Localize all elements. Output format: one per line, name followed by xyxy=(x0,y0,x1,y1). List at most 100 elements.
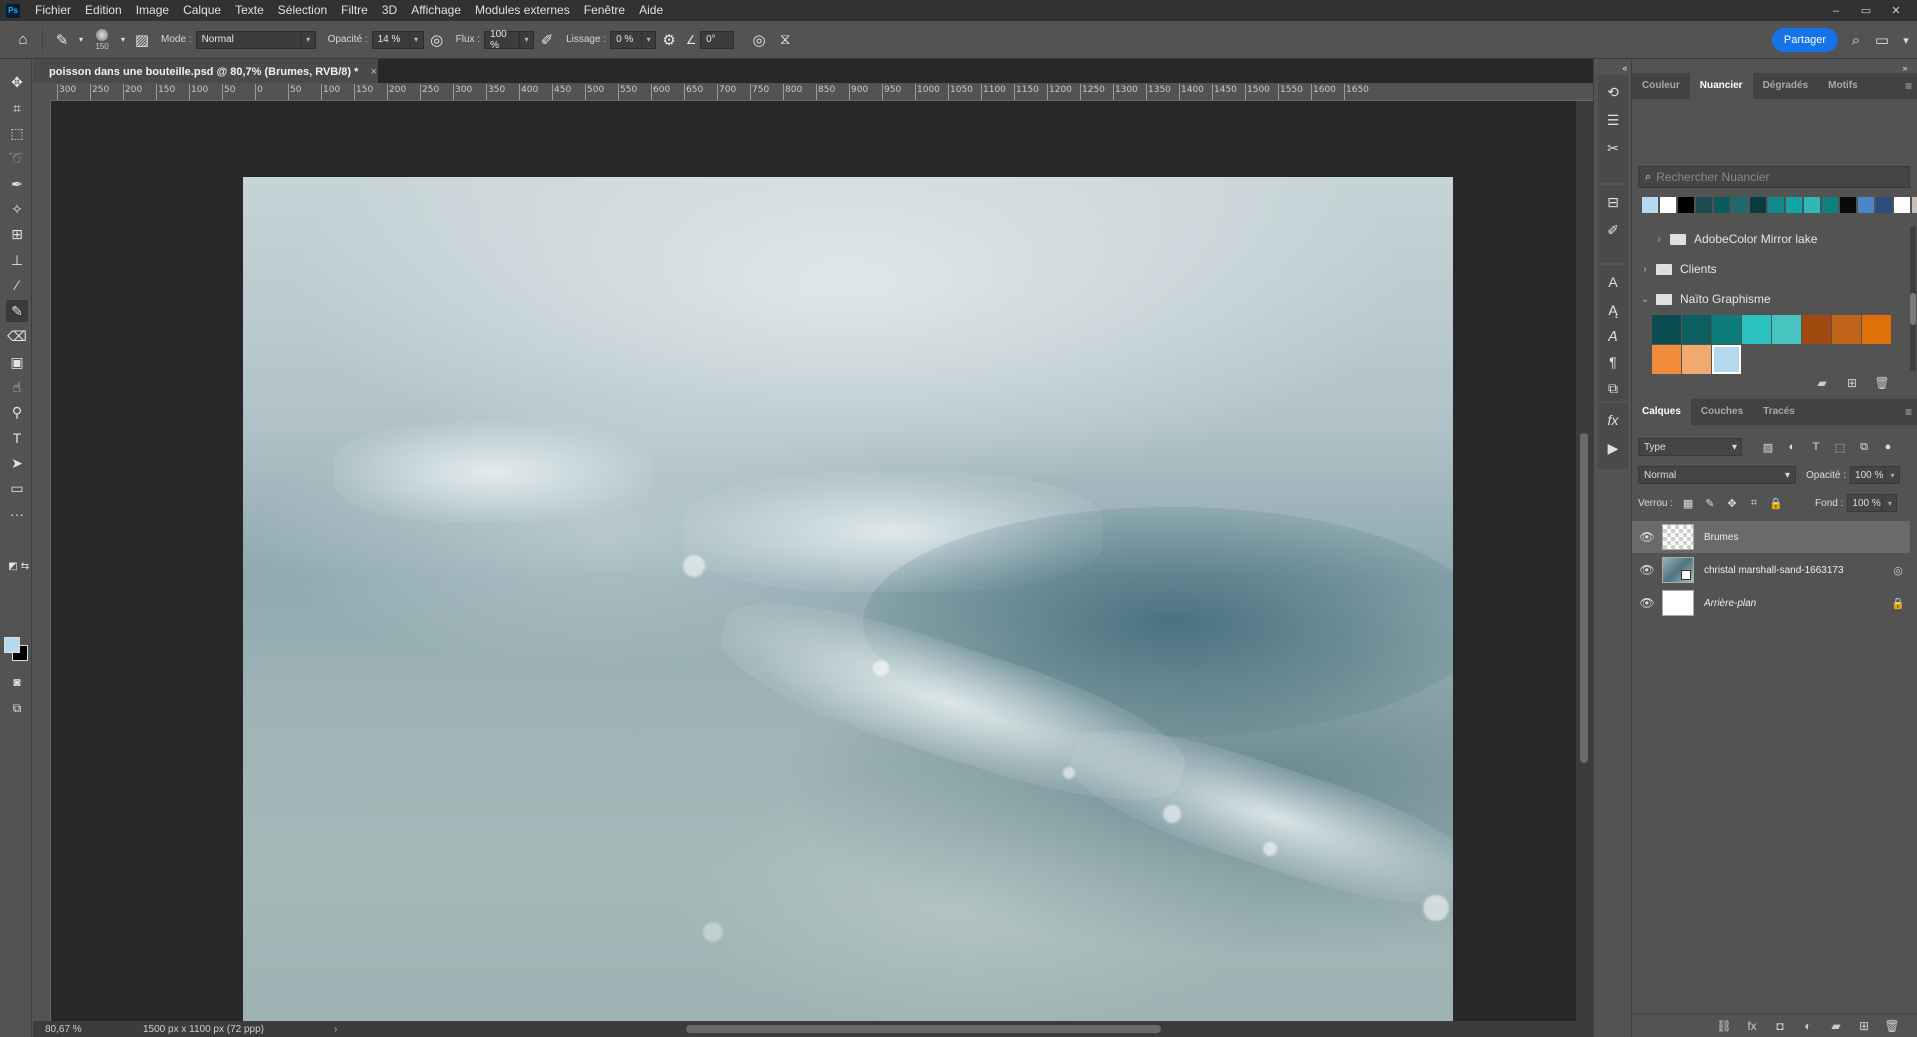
paragraph-styles-icon[interactable]: ⧉ xyxy=(1602,377,1624,399)
adjustments-icon[interactable]: ☰ xyxy=(1602,109,1624,131)
chevron-down-icon[interactable]: ▾ xyxy=(409,30,424,49)
adjustment-layer-icon[interactable]: ◐ xyxy=(1794,1019,1822,1033)
chevron-down-icon[interactable]: ⌄ xyxy=(1638,294,1652,305)
brushes-icon[interactable]: ✐ xyxy=(1602,219,1624,241)
chevron-down-icon[interactable]: ▾ xyxy=(301,30,316,49)
color-swatch[interactable] xyxy=(1712,315,1741,344)
close-tab-button[interactable]: × xyxy=(370,66,376,78)
color-swatch[interactable] xyxy=(1678,197,1694,213)
lock-transparency-icon[interactable]: ▦ xyxy=(1677,497,1699,510)
color-swatch[interactable] xyxy=(1862,315,1891,344)
angle-field[interactable]: 0° xyxy=(700,30,735,49)
airbrush-icon[interactable]: ✐ xyxy=(534,27,560,53)
lock-position-icon[interactable]: ✥ xyxy=(1721,497,1743,510)
new-group-icon[interactable]: ▰ xyxy=(1822,1019,1850,1033)
workspace-icon[interactable]: ▭ xyxy=(1871,29,1893,51)
brush-settings-icon[interactable]: ⊟ xyxy=(1602,191,1624,213)
new-group-icon[interactable]: ▰ xyxy=(1807,376,1837,390)
tab-couches[interactable]: Couches xyxy=(1691,399,1753,425)
tool-presets-icon[interactable]: ✂ xyxy=(1602,137,1624,159)
trash-icon[interactable]: 🗑 xyxy=(1867,376,1897,390)
layer-filter-select[interactable]: Type ▾ xyxy=(1638,438,1742,456)
horizontal-scrollbar-thumb[interactable] xyxy=(686,1025,1161,1033)
color-swatch[interactable] xyxy=(1652,315,1681,344)
image-canvas[interactable] xyxy=(243,177,1453,1037)
pressure-size-icon[interactable]: ◎ xyxy=(746,27,772,53)
menu-texte[interactable]: Texte xyxy=(228,0,271,21)
foreground-color-swatch[interactable] xyxy=(4,637,20,653)
layer-name[interactable]: Arrière-plan xyxy=(1704,598,1886,609)
color-swatch[interactable] xyxy=(1804,197,1820,213)
smart-filter-icon[interactable]: ◎ xyxy=(1886,564,1910,577)
maximize-button[interactable]: ▭ xyxy=(1851,4,1881,17)
chevron-down-icon[interactable]: ▾ xyxy=(1895,29,1917,51)
color-swatch[interactable] xyxy=(1652,345,1681,374)
vertical-scrollbar[interactable] xyxy=(1576,101,1593,1021)
menu-image[interactable]: Image xyxy=(129,0,176,21)
color-swatch[interactable] xyxy=(1712,345,1741,374)
lasso-tool-icon[interactable]: ➰ xyxy=(6,147,28,169)
color-swatch[interactable] xyxy=(1742,315,1771,344)
tab-nuancier[interactable]: Nuancier xyxy=(1689,73,1753,99)
color-swatch[interactable] xyxy=(1696,197,1712,213)
menu-calque[interactable]: Calque xyxy=(176,0,228,21)
brush-preset-icon[interactable]: ✎ xyxy=(49,27,75,53)
crop-tool-icon[interactable]: ⌗ xyxy=(6,97,28,119)
opacity-field[interactable]: 14 % xyxy=(371,30,410,49)
menu-fichier[interactable]: Fichier xyxy=(28,0,78,21)
menu-3d[interactable]: 3D xyxy=(375,0,404,21)
trash-icon[interactable]: 🗑 xyxy=(1878,1019,1906,1033)
layer-row[interactable]: 👁 Arrière-plan 🔒 xyxy=(1632,587,1910,619)
gear-icon[interactable]: ⚙ xyxy=(656,27,682,53)
eyedropper-tool-icon[interactable]: ⁄ xyxy=(6,274,28,296)
screen-mode-icon[interactable]: ⧉ xyxy=(6,697,28,719)
color-swatch[interactable] xyxy=(1822,197,1838,213)
share-button[interactable]: Partager xyxy=(1772,28,1838,52)
eraser-tool-icon[interactable]: ⌫ xyxy=(6,325,28,347)
path-selection-tool-icon[interactable]: ➤ xyxy=(6,452,28,474)
blend-mode-select[interactable]: Normal ▾ xyxy=(1638,466,1796,484)
color-swatch[interactable] xyxy=(1876,197,1892,213)
minimize-button[interactable]: – xyxy=(1821,5,1851,17)
swatches-scrollbar[interactable] xyxy=(1910,227,1916,371)
eye-icon[interactable]: 👁 xyxy=(1632,530,1662,544)
history-icon[interactable]: ⟲ xyxy=(1602,81,1624,103)
styles-fx-icon[interactable]: fx xyxy=(1602,409,1624,431)
tab-degrades[interactable]: Dégradés xyxy=(1753,73,1819,99)
layer-row[interactable]: 👁 christal marshall-sand-1663173 ◎ xyxy=(1632,554,1910,586)
panel-menu-icon[interactable]: ≡ xyxy=(1905,405,1912,419)
flow-field[interactable]: 100 % xyxy=(484,29,521,51)
fill-field[interactable]: 100 % xyxy=(1847,494,1884,512)
zoom-level[interactable]: 80,67 % xyxy=(33,1024,93,1035)
menu-selection[interactable]: Sélection xyxy=(271,0,334,21)
menu-edition[interactable]: Edition xyxy=(78,0,129,21)
character-icon[interactable]: A xyxy=(1602,271,1624,293)
smoothing-field[interactable]: 0 % xyxy=(610,30,643,49)
chevron-down-icon[interactable]: ▾ xyxy=(75,27,87,53)
lock-pixels-icon[interactable]: ✎ xyxy=(1699,497,1721,510)
brush-tool-icon[interactable]: ✎ xyxy=(6,300,28,322)
pen-tool-icon[interactable]: ✒ xyxy=(6,173,28,195)
color-swatch[interactable] xyxy=(1912,197,1917,213)
actions-play-icon[interactable]: ▶ xyxy=(1602,437,1624,459)
filter-type-icon[interactable]: T xyxy=(1804,441,1828,454)
menu-aide[interactable]: Aide xyxy=(632,0,670,21)
marquee-tool-icon[interactable]: ⬚ xyxy=(6,122,28,144)
color-swatch[interactable] xyxy=(1682,315,1711,344)
tab-couleur[interactable]: Couleur xyxy=(1632,73,1690,99)
menu-filtre[interactable]: Filtre xyxy=(334,0,375,21)
search-icon[interactable]: ⌕ xyxy=(1845,29,1867,51)
color-swatch[interactable] xyxy=(1894,197,1910,213)
chevron-down-icon[interactable]: ▾ xyxy=(117,27,129,53)
layer-name[interactable]: christal marshall-sand-1663173 xyxy=(1704,565,1886,576)
eye-icon[interactable]: 👁 xyxy=(1632,563,1662,577)
glyphs-icon[interactable]: 𝘈 xyxy=(1602,325,1624,347)
tab-calques[interactable]: Calques xyxy=(1632,399,1691,425)
filter-toggle-icon[interactable]: ● xyxy=(1876,441,1900,454)
color-swatch[interactable] xyxy=(1750,197,1766,213)
layer-opacity-field[interactable]: 100 % xyxy=(1850,466,1887,484)
color-swatch[interactable] xyxy=(1832,315,1861,344)
chevron-down-icon[interactable]: ▾ xyxy=(1886,466,1901,484)
filter-shape-icon[interactable]: ⬚ xyxy=(1828,441,1852,454)
menu-modules-externes[interactable]: Modules externes xyxy=(468,0,577,21)
